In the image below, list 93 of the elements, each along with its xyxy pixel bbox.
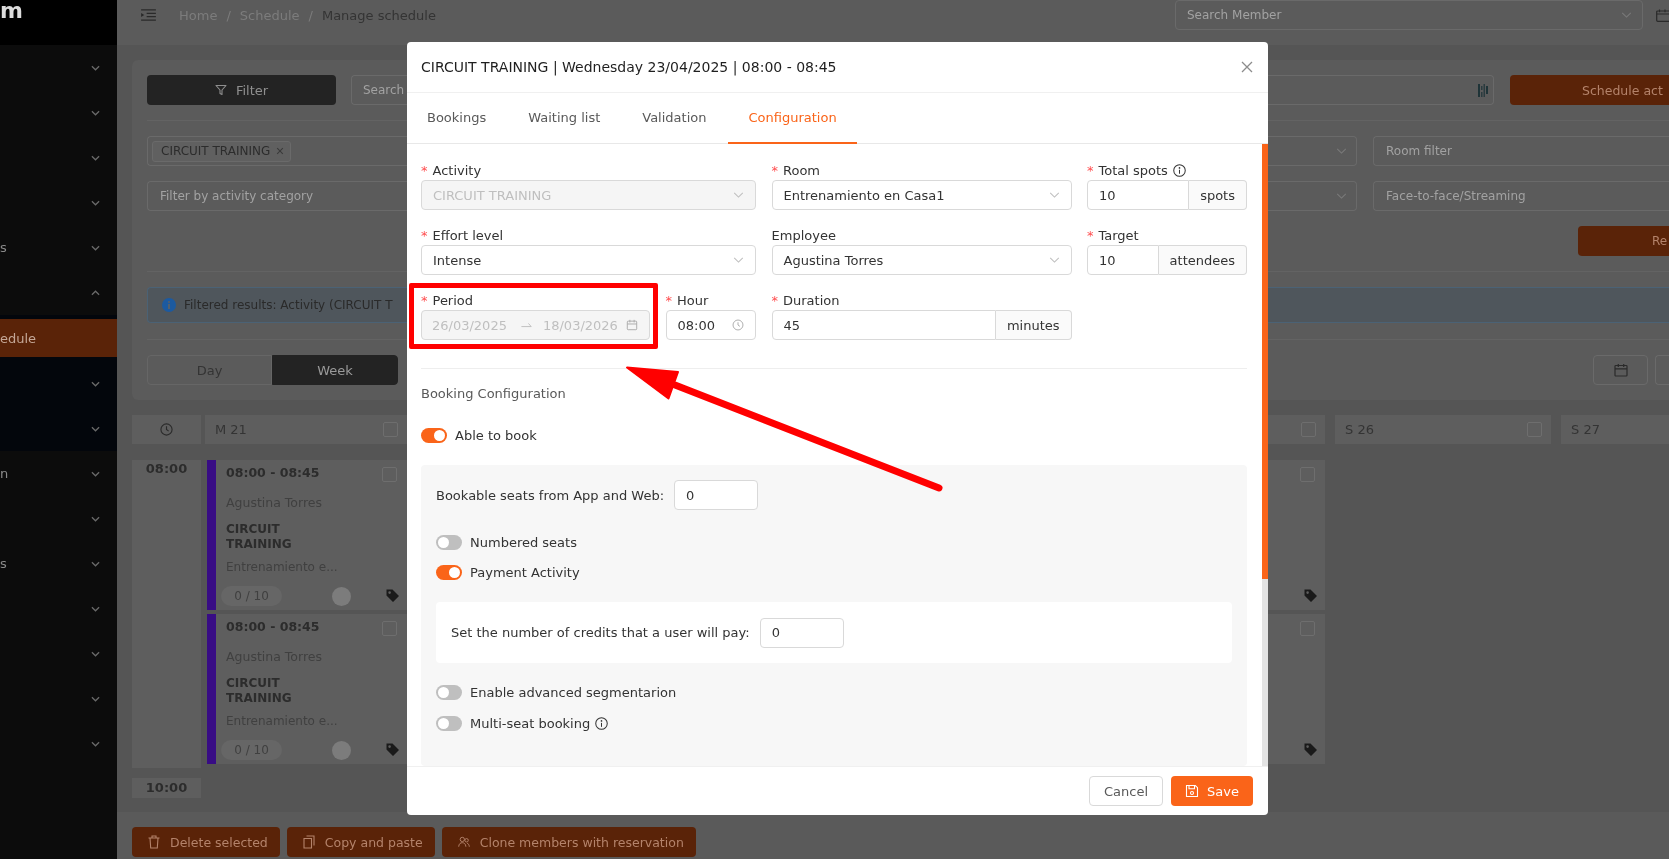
mode-filter-field[interactable]: Face-to-face/Streaming — [1373, 181, 1669, 211]
field-label: * Effort level — [421, 227, 504, 243]
select-field[interactable]: Entrenamiento en Casa1 — [771, 180, 1072, 210]
field-label: * Room — [771, 162, 821, 178]
member-search-field[interactable]: Search Member — [1175, 0, 1643, 30]
calendar-icon — [626, 319, 638, 331]
select-field[interactable]: Agustina Torres — [771, 245, 1072, 275]
tab[interactable]: Validation — [622, 93, 727, 144]
breadcrumb-separator: / — [308, 7, 313, 23]
chevron-down-icon — [1048, 257, 1060, 263]
field-label: Bookable seats from App and Web: — [436, 487, 665, 503]
chevron-down-icon — [733, 257, 744, 263]
event-card[interactable] — [1268, 460, 1325, 610]
field-label: Set the number of credits that a user will pay: — [451, 625, 750, 640]
sidebar-item[interactable]: s — [0, 225, 117, 270]
close-icon[interactable] — [1241, 61, 1253, 73]
chevron-down-icon — [1048, 192, 1060, 198]
field-label: * Activity — [421, 162, 482, 178]
unit-label: minutes — [995, 310, 1072, 340]
number-field[interactable]: 10 — [1087, 245, 1159, 275]
field-label: * Target — [1087, 227, 1139, 243]
sidebar-item[interactable]: s — [0, 541, 117, 586]
sidebar-item[interactable]: edule — [0, 319, 117, 357]
select-field[interactable]: Intense — [421, 245, 756, 275]
section-heading: Booking Configuration — [421, 385, 566, 403]
info-icon — [162, 298, 176, 312]
avatar-icon — [332, 586, 351, 606]
filter-icon — [214, 84, 227, 96]
clock-icon — [160, 423, 173, 436]
unit-label: spots — [1189, 180, 1247, 210]
field-label: Employee — [771, 227, 836, 243]
category-select[interactable]: Filter by activity category — [147, 181, 407, 211]
chevron-down-icon — [1621, 12, 1632, 18]
toggle-label: Multi-seat booking — [470, 715, 591, 731]
search-field[interactable] — [1268, 75, 1494, 105]
tab[interactable]: Bookings — [407, 93, 507, 144]
time-field[interactable]: 08:00 — [665, 310, 756, 340]
bulk-action-button[interactable]: Delete selected — [132, 827, 280, 857]
avatar-icon — [332, 740, 351, 760]
chevron-down-icon — [1336, 148, 1347, 154]
save-icon — [1185, 784, 1200, 798]
unit-label: attendees — [1158, 245, 1247, 275]
room-filter-field[interactable]: Room filter — [1373, 136, 1669, 166]
event-card[interactable] — [1268, 614, 1325, 764]
clock-icon — [731, 319, 744, 331]
toggle-label: Enable advanced segmentarion — [470, 684, 677, 700]
field-label: * Period — [421, 292, 474, 308]
bulk-action-button[interactable]: Copy and paste — [286, 827, 435, 857]
sidebar-item[interactable]: n — [0, 451, 117, 496]
cancel-button[interactable]: Cancel — [1089, 776, 1164, 806]
close-icon[interactable] — [276, 147, 285, 155]
filter-button[interactable]: Filter — [147, 75, 336, 105]
users-icon — [457, 835, 470, 849]
trash-icon — [148, 835, 160, 849]
view-tab[interactable]: Week — [272, 355, 398, 385]
copy-icon — [302, 835, 315, 849]
save-button[interactable]: Save — [1171, 776, 1253, 806]
modal-title: CIRCUIT TRAINING | Wednesday 23/04/2025 | 08:00 - 08:45 — [421, 59, 837, 75]
schedule-activity-button[interactable]: Schedule act — [1510, 75, 1669, 105]
calendar-icon[interactable] — [1656, 8, 1669, 22]
toggle-switch[interactable] — [436, 715, 462, 731]
number-field[interactable]: 10 — [1087, 180, 1190, 210]
field-label: * Duration — [771, 292, 840, 308]
calendar-icon — [1613, 363, 1628, 377]
breadcrumb-separator: / — [226, 7, 231, 23]
toggle-switch[interactable] — [421, 427, 447, 443]
tag-icon — [1303, 742, 1318, 757]
bulk-action-button[interactable]: Clone members with reservation — [441, 827, 696, 857]
toggle-switch[interactable] — [436, 534, 462, 550]
tab[interactable]: Waiting list — [508, 93, 621, 144]
toggle-label: Numbered seats — [470, 534, 577, 550]
number-field[interactable]: 0 — [759, 617, 844, 648]
field-label: * Total spots — [1087, 162, 1168, 178]
number-field[interactable]: 0 — [674, 480, 759, 510]
menu-icon[interactable] — [141, 9, 156, 21]
tag-icon — [385, 742, 400, 757]
number-field[interactable]: 45 — [771, 310, 996, 340]
toggle-label: Payment Activity — [470, 564, 580, 580]
logo-text: m — [0, 0, 23, 21]
toggle-switch[interactable] — [436, 564, 462, 580]
calendar-button[interactable] — [1593, 355, 1648, 385]
chevron-down-icon — [733, 192, 744, 198]
toggle-label: Able to book — [455, 427, 537, 443]
scrollbar[interactable] — [1262, 144, 1268, 766]
action-button[interactable]: Re — [1578, 226, 1669, 256]
chevron-down-icon — [1336, 193, 1347, 199]
toggle-switch[interactable] — [436, 684, 462, 700]
tag-icon — [1303, 588, 1318, 603]
barcode-icon — [1478, 83, 1488, 97]
tag-icon — [385, 588, 400, 603]
field-label: * Hour — [665, 292, 709, 308]
scrollbar-thumb[interactable] — [1262, 144, 1268, 579]
tab[interactable]: Configuration — [728, 93, 857, 144]
